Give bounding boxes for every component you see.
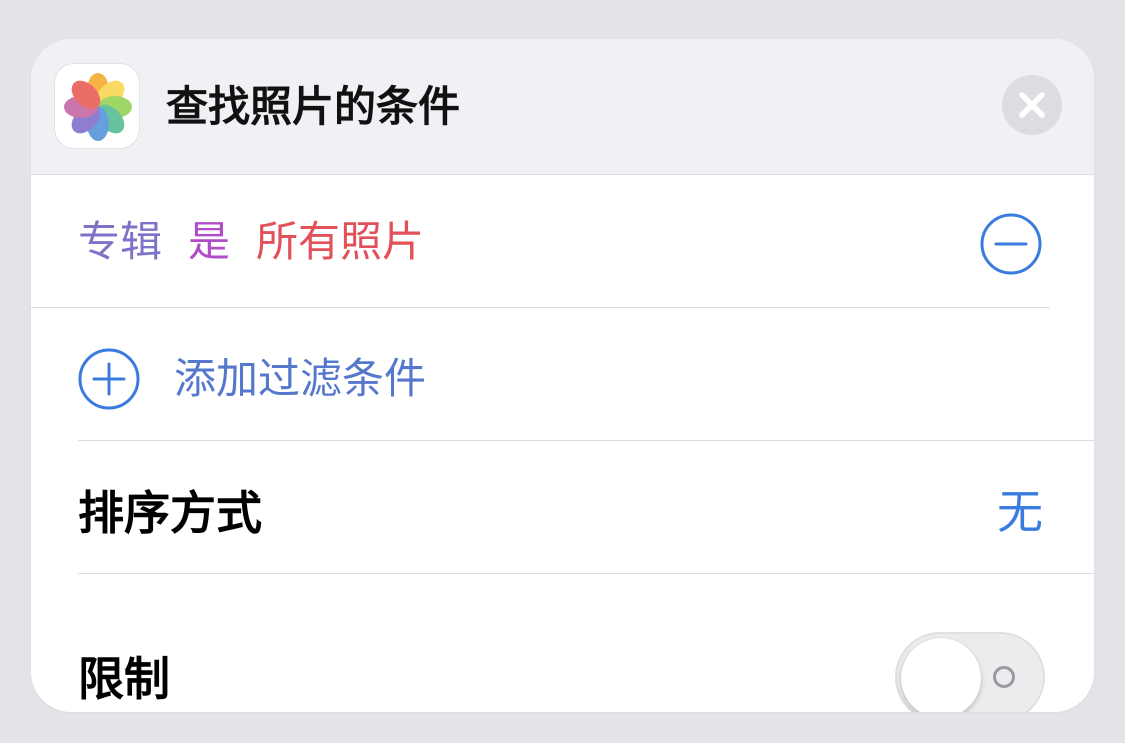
close-button[interactable] bbox=[1002, 75, 1062, 135]
remove-filter-button[interactable] bbox=[980, 213, 1042, 275]
toggle-off-indicator-icon bbox=[993, 666, 1015, 688]
close-icon bbox=[1019, 92, 1045, 118]
filter-row: 专辑是所有照片 bbox=[31, 175, 1094, 307]
toggle-knob[interactable] bbox=[901, 638, 981, 712]
add-filter-button[interactable] bbox=[78, 348, 140, 410]
limit-label: 限制 bbox=[78, 652, 170, 706]
sort-label: 排序方式 bbox=[78, 486, 262, 540]
sort-row[interactable]: 排序方式 无 bbox=[31, 441, 1094, 573]
add-filter-label[interactable]: 添加过滤条件 bbox=[174, 354, 426, 404]
sort-value[interactable]: 无 bbox=[997, 485, 1043, 539]
minus-circle-icon bbox=[980, 213, 1042, 275]
photos-app-icon bbox=[54, 63, 140, 149]
card-title: 查找照片的条件 bbox=[166, 82, 461, 131]
filter-condition[interactable]: 专辑是所有照片 bbox=[78, 217, 424, 267]
limit-row: 限制 bbox=[31, 574, 1094, 712]
find-photos-card: 查找照片的条件 专辑是所有照片 添加过滤条件 排序方式 无 限制 bbox=[31, 39, 1094, 712]
plus-circle-icon bbox=[78, 348, 140, 410]
card-header: 查找照片的条件 bbox=[31, 39, 1094, 175]
filter-value[interactable]: 所有照片 bbox=[256, 217, 424, 266]
filter-operator[interactable]: 是 bbox=[188, 217, 230, 266]
add-filter-row[interactable]: 添加过滤条件 bbox=[31, 308, 1094, 440]
limit-toggle[interactable] bbox=[895, 632, 1045, 712]
filter-key[interactable]: 专辑 bbox=[78, 217, 162, 266]
